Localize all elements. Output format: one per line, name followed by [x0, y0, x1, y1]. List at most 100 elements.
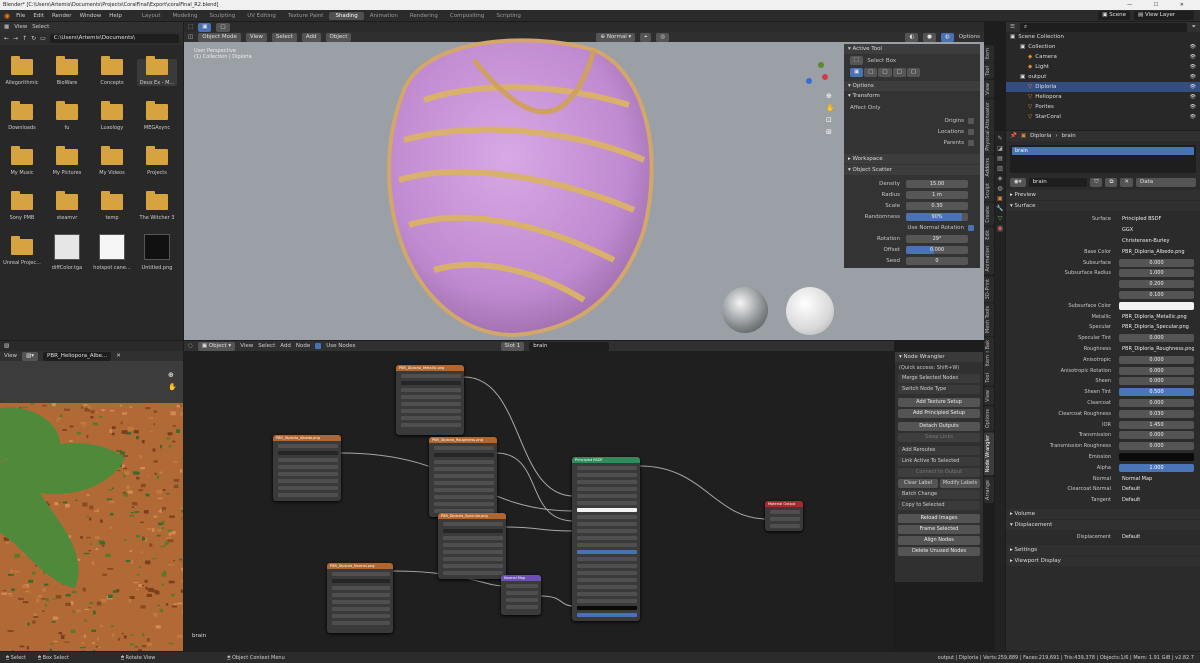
- visibility-eye-icon[interactable]: 👁: [1190, 54, 1196, 60]
- node-socket-row[interactable]: [577, 494, 637, 498]
- shader-node[interactable]: Normal Map: [501, 575, 541, 615]
- nw-link-active-to-selected[interactable]: Link Active To Selected: [898, 457, 980, 466]
- outliner-item[interactable]: ▽ Porites 👁: [1006, 102, 1200, 112]
- file-item[interactable]: My Pictures: [47, 146, 87, 176]
- sidebar-tab-mesh-tools[interactable]: Mesh Tools: [984, 303, 994, 337]
- prop-value[interactable]: 0.000: [1119, 442, 1194, 451]
- refresh-icon[interactable]: ↻: [31, 35, 36, 42]
- prop-value[interactable]: 1.000: [1119, 463, 1194, 472]
- tab-item[interactable]: Item: [984, 352, 994, 370]
- node-socket-row[interactable]: [278, 451, 338, 455]
- shader-node[interactable]: Principled BSDF: [572, 457, 640, 621]
- output-tab-icon[interactable]: ▤: [997, 155, 1003, 162]
- ortho-toggle-icon[interactable]: ⊞: [826, 128, 835, 136]
- gizmo-z-icon[interactable]: [806, 78, 812, 84]
- editor-type-icon[interactable]: ▦: [4, 24, 9, 30]
- prop-value[interactable]: [1119, 452, 1194, 461]
- node-socket-row[interactable]: [577, 613, 637, 617]
- file-item[interactable]: Luxology: [92, 101, 132, 131]
- tab-view[interactable]: View: [984, 387, 994, 405]
- file-item[interactable]: Downloads: [2, 101, 42, 131]
- data-tab-icon[interactable]: ▽: [998, 215, 1003, 222]
- check-origins[interactable]: Origins: [844, 115, 980, 126]
- node-title[interactable]: Material Output: [765, 501, 803, 507]
- prop-value[interactable]: PBR_Diploria_Roughness.png: [1119, 344, 1194, 353]
- node-socket-row[interactable]: [506, 591, 538, 595]
- outliner-item[interactable]: ▽ Heliopora 👁: [1006, 92, 1200, 102]
- node-socket-row[interactable]: [443, 529, 503, 533]
- workspace-tab-uv-editing[interactable]: UV Editing: [241, 12, 282, 20]
- heliopora-albedo-texture[interactable]: [0, 403, 183, 651]
- path-field[interactable]: C:\Users\Artemis\Documents\: [49, 34, 179, 43]
- shader-node[interactable]: Material Output: [765, 501, 803, 531]
- select-box-icon[interactable]: ⬚: [850, 56, 864, 65]
- node-socket-row[interactable]: [434, 502, 494, 506]
- workspace-tab-shading[interactable]: Shading: [329, 11, 364, 20]
- node-socket-row[interactable]: [577, 550, 637, 554]
- node-socket-row[interactable]: [577, 473, 637, 477]
- zoom-icon[interactable]: ⊕: [168, 371, 177, 379]
- node-socket-row[interactable]: [577, 508, 637, 512]
- render-tab-icon[interactable]: ◪: [997, 145, 1003, 152]
- nw-copy-to-selected[interactable]: Copy to Selected: [898, 501, 980, 510]
- nw-clear-label[interactable]: Clear Label: [898, 479, 938, 488]
- field-value[interactable]: 0.30: [906, 201, 968, 210]
- nw-add-reroutes[interactable]: Add Reroutes: [898, 446, 980, 455]
- node-socket-row[interactable]: [577, 543, 637, 547]
- prop-value[interactable]: Normal Map: [1119, 474, 1194, 483]
- transform-subheader[interactable]: ▾ Transform: [844, 91, 980, 101]
- menu-add[interactable]: Add: [301, 32, 321, 42]
- node-socket-row[interactable]: [332, 607, 390, 611]
- filter-icon[interactable]: ⏷: [1192, 24, 1196, 31]
- node-socket-row[interactable]: [443, 571, 503, 575]
- material-slot-list[interactable]: brain: [1010, 145, 1196, 173]
- menu-help[interactable]: Help: [109, 13, 122, 19]
- back-arrow-icon[interactable]: ←: [4, 35, 9, 42]
- material-tab-icon[interactable]: ◉: [997, 225, 1003, 232]
- shading-solid-icon[interactable]: ●: [923, 32, 936, 42]
- tab-node-wrangler[interactable]: Node Wrangler: [984, 432, 994, 476]
- node-socket-row[interactable]: [434, 467, 494, 471]
- nw-add-principled-setup[interactable]: Add Principled Setup: [898, 409, 980, 418]
- browse-material-icon[interactable]: ◉▾: [1010, 177, 1026, 187]
- node-wrangler-header[interactable]: ▾ Node Wrangler: [895, 352, 983, 362]
- fake-user-icon[interactable]: ⛉: [1090, 177, 1103, 187]
- node-socket-row[interactable]: [434, 488, 494, 492]
- pin-icon[interactable]: 📌: [1010, 133, 1017, 139]
- use-normal-rotation-row[interactable]: Use Normal Rotation: [844, 222, 980, 233]
- prop-value[interactable]: 0.000: [1119, 258, 1194, 267]
- node-socket-row[interactable]: [443, 550, 503, 554]
- workspace-header[interactable]: ▸ Workspace: [844, 154, 980, 164]
- outliner-search[interactable]: ⌕: [1019, 22, 1187, 32]
- sidebar-tab-item[interactable]: Item: [984, 45, 994, 63]
- options-header[interactable]: ▾ Options: [844, 81, 980, 91]
- prop-value[interactable]: PBR_Diploria_Metallic.png: [1119, 312, 1194, 321]
- file-item[interactable]: fu: [47, 101, 87, 131]
- workspace-tab-modeling[interactable]: Modeling: [167, 12, 204, 20]
- node-title[interactable]: PBR_Diploria_Albedo.png: [273, 435, 341, 441]
- prop-value[interactable]: 0.000: [1119, 398, 1194, 407]
- material-slot-item[interactable]: brain: [1012, 147, 1194, 155]
- active-tool-header[interactable]: ▾ Active Tool: [844, 44, 980, 54]
- nw-switch-node-type[interactable]: Switch Node Type: [898, 385, 980, 394]
- sidebar-tab-create[interactable]: Create: [984, 202, 994, 226]
- node-socket-row[interactable]: [401, 423, 461, 427]
- node-socket-row[interactable]: [506, 584, 538, 588]
- workspace-tab-rendering[interactable]: Rendering: [404, 12, 444, 20]
- shader-node[interactable]: PBR_Diploria_Normal.png: [327, 563, 393, 633]
- field-value[interactable]: 90%: [906, 212, 968, 221]
- node-socket-row[interactable]: [401, 388, 461, 392]
- file-item[interactable]: MEGAsync: [137, 101, 177, 131]
- sidebar-tab-3d-print[interactable]: 3D-Print: [984, 275, 994, 303]
- node-socket-row[interactable]: [577, 522, 637, 526]
- sidebar-tab-edit[interactable]: Edit: [984, 226, 994, 243]
- field-value[interactable]: 29°: [906, 234, 968, 243]
- gizmo-y-icon[interactable]: [818, 62, 824, 68]
- node-socket-row[interactable]: [434, 453, 494, 457]
- outliner-item[interactable]: ▽ StarCoral 👁: [1006, 112, 1200, 122]
- prop-value[interactable]: 1.450: [1119, 420, 1194, 429]
- field-value[interactable]: 0.000: [906, 245, 968, 254]
- visibility-eye-icon[interactable]: 👁: [1190, 64, 1196, 70]
- file-item[interactable]: Projects: [137, 146, 177, 176]
- node-socket-row[interactable]: [332, 600, 390, 604]
